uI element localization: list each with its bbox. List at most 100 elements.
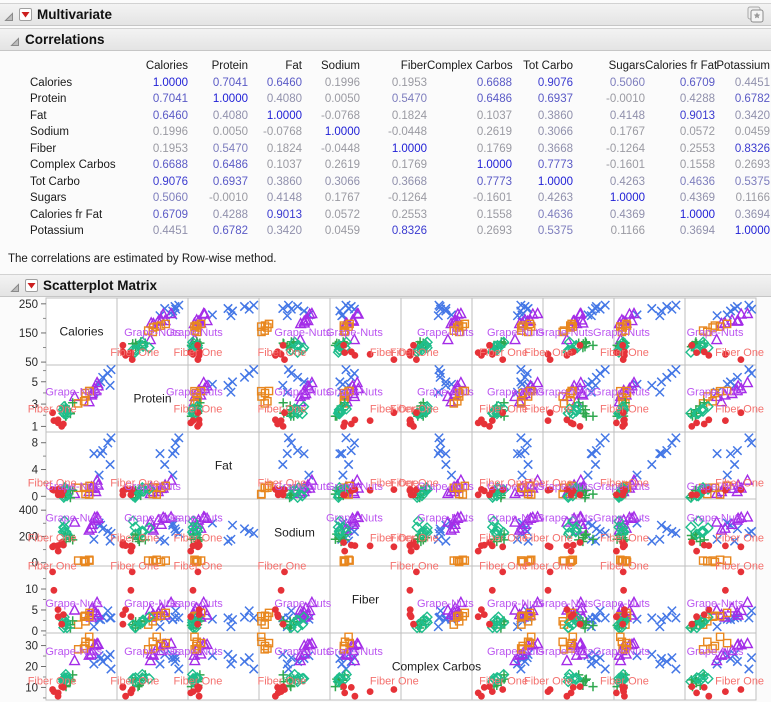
point-label[interactable]: Fiber One	[258, 675, 307, 687]
point-label[interactable]: Grape-Nuts	[326, 646, 383, 658]
point-label[interactable]: Fiber One	[28, 403, 77, 415]
scatter-point[interactable]	[352, 692, 359, 699]
scatter-point[interactable]	[55, 416, 62, 423]
point-label[interactable]: Fiber One	[600, 675, 649, 687]
scatter-point[interactable]	[693, 689, 700, 696]
scatterplot-matrix[interactable]: 5015025013504802004000510102030CaloriesG…	[0, 297, 771, 702]
point-label[interactable]: Fiber One	[258, 347, 307, 359]
point-label[interactable]: Grape-Nuts	[687, 326, 744, 338]
scatter-point[interactable]	[688, 683, 695, 690]
scatter-point[interactable]	[613, 613, 620, 620]
point-label[interactable]: Grape-Nuts	[45, 512, 102, 524]
scatter-point[interactable]	[705, 692, 712, 699]
scatter-point[interactable]	[693, 349, 700, 356]
scatter-point[interactable]	[688, 539, 695, 546]
point-label[interactable]: Grape-Nuts	[687, 386, 744, 398]
published-report-icon[interactable]	[747, 6, 765, 23]
point-label[interactable]: Fiber One	[715, 560, 764, 572]
point-label[interactable]: Fiber One	[390, 347, 439, 359]
point-label[interactable]: Fiber One	[524, 532, 573, 544]
point-label[interactable]: Fiber One	[524, 675, 573, 687]
point-label[interactable]: Grape-Nuts	[417, 597, 474, 609]
scatter-point[interactable]	[352, 416, 359, 423]
scatter-point[interactable]	[127, 613, 134, 620]
point-label[interactable]: Fiber One	[715, 477, 764, 489]
scatter-point[interactable]	[613, 419, 620, 426]
point-label[interactable]: Grape-Nuts	[326, 512, 383, 524]
point-label[interactable]: Fiber One	[715, 532, 764, 544]
point-label[interactable]: Grape-Nuts	[593, 326, 650, 338]
point-label[interactable]: Grape-Nuts	[166, 597, 223, 609]
point-label[interactable]: Fiber One	[173, 347, 222, 359]
point-label[interactable]: Grape-Nuts	[274, 597, 331, 609]
scatter-point[interactable]	[620, 586, 627, 593]
scatter-point[interactable]	[475, 613, 482, 620]
point-label[interactable]: Fiber One	[28, 532, 77, 544]
scatter-point[interactable]	[693, 613, 700, 620]
point-label[interactable]: Fiber One	[600, 532, 649, 544]
point-label[interactable]: Grape-Nuts	[326, 326, 383, 338]
disclosure-triangle-icon[interactable]	[3, 9, 14, 20]
scatter-point[interactable]	[272, 692, 279, 699]
scatter-point[interactable]	[722, 688, 729, 695]
point-label[interactable]: Fiber One	[524, 347, 573, 359]
point-label[interactable]: Fiber One	[173, 560, 222, 572]
point-label[interactable]: Grape-Nuts	[536, 646, 593, 658]
point-label[interactable]: Grape-Nuts	[45, 386, 102, 398]
point-label[interactable]: Grape-Nuts	[536, 386, 593, 398]
point-label[interactable]: Fiber One	[173, 403, 222, 415]
scatter-point[interactable]	[577, 620, 584, 627]
scatter-point[interactable]	[568, 547, 575, 554]
scatter-point[interactable]	[489, 586, 496, 593]
scatter-point[interactable]	[621, 416, 628, 423]
point-label[interactable]: Fiber One	[110, 477, 159, 489]
point-label[interactable]: Grape-Nuts	[593, 597, 650, 609]
point-label[interactable]: Fiber One	[110, 532, 159, 544]
scatter-point[interactable]	[340, 341, 347, 348]
disclosure-triangle-icon[interactable]	[9, 34, 20, 45]
point-label[interactable]: Fiber One	[258, 477, 307, 489]
point-label[interactable]: Fiber One	[110, 675, 159, 687]
point-label[interactable]: Grape-Nuts	[166, 646, 223, 658]
scatter-point[interactable]	[410, 620, 417, 627]
scatter-point[interactable]	[187, 613, 194, 620]
red-triangle-menu-icon[interactable]	[19, 8, 32, 21]
point-label[interactable]: Grape-Nuts	[45, 597, 102, 609]
scatter-point[interactable]	[367, 417, 374, 424]
scatter-point[interactable]	[190, 586, 197, 593]
scatter-point[interactable]	[577, 423, 584, 430]
point-label[interactable]: Fiber One	[479, 532, 528, 544]
scatter-point[interactable]	[58, 620, 65, 627]
scatter-point[interactable]	[407, 606, 414, 613]
point-label[interactable]: Fiber One	[28, 477, 77, 489]
scatter-point[interactable]	[407, 586, 414, 593]
scatter-point[interactable]	[55, 692, 62, 699]
point-label[interactable]: Fiber One	[390, 560, 439, 572]
point-label[interactable]: Grape-Nuts	[536, 326, 593, 338]
point-label[interactable]: Fiber One	[28, 675, 77, 687]
point-label[interactable]: Fiber One	[600, 477, 649, 489]
scatter-point[interactable]	[738, 543, 745, 550]
point-label[interactable]: Grape-Nuts	[274, 326, 331, 338]
scatter-point[interactable]	[196, 416, 203, 423]
point-label[interactable]: Fiber One	[173, 675, 222, 687]
scatter-point[interactable]	[693, 547, 700, 554]
scatter-point[interactable]	[341, 547, 348, 554]
scatter-point[interactable]	[280, 423, 287, 430]
point-label[interactable]: Fiber One	[110, 560, 159, 572]
scatter-point[interactable]	[194, 423, 201, 430]
point-label[interactable]: Grape-Nuts	[593, 512, 650, 524]
scatter-point[interactable]	[352, 352, 359, 359]
scatter-point[interactable]	[705, 352, 712, 359]
scatter-point[interactable]	[352, 542, 359, 549]
point-label[interactable]: Fiber One	[479, 347, 528, 359]
scatter-point[interactable]	[499, 543, 506, 550]
scatterplot-matrix-header-bar[interactable]: Scatterplot Matrix	[0, 274, 771, 297]
scatter-point[interactable]	[196, 692, 203, 699]
scatter-point[interactable]	[545, 586, 552, 593]
scatter-point[interactable]	[55, 613, 62, 620]
point-label[interactable]: Grape-Nuts	[687, 512, 744, 524]
scatter-point[interactable]	[340, 539, 347, 546]
scatter-point[interactable]	[613, 547, 620, 554]
point-label[interactable]: Grape-Nuts	[687, 646, 744, 658]
